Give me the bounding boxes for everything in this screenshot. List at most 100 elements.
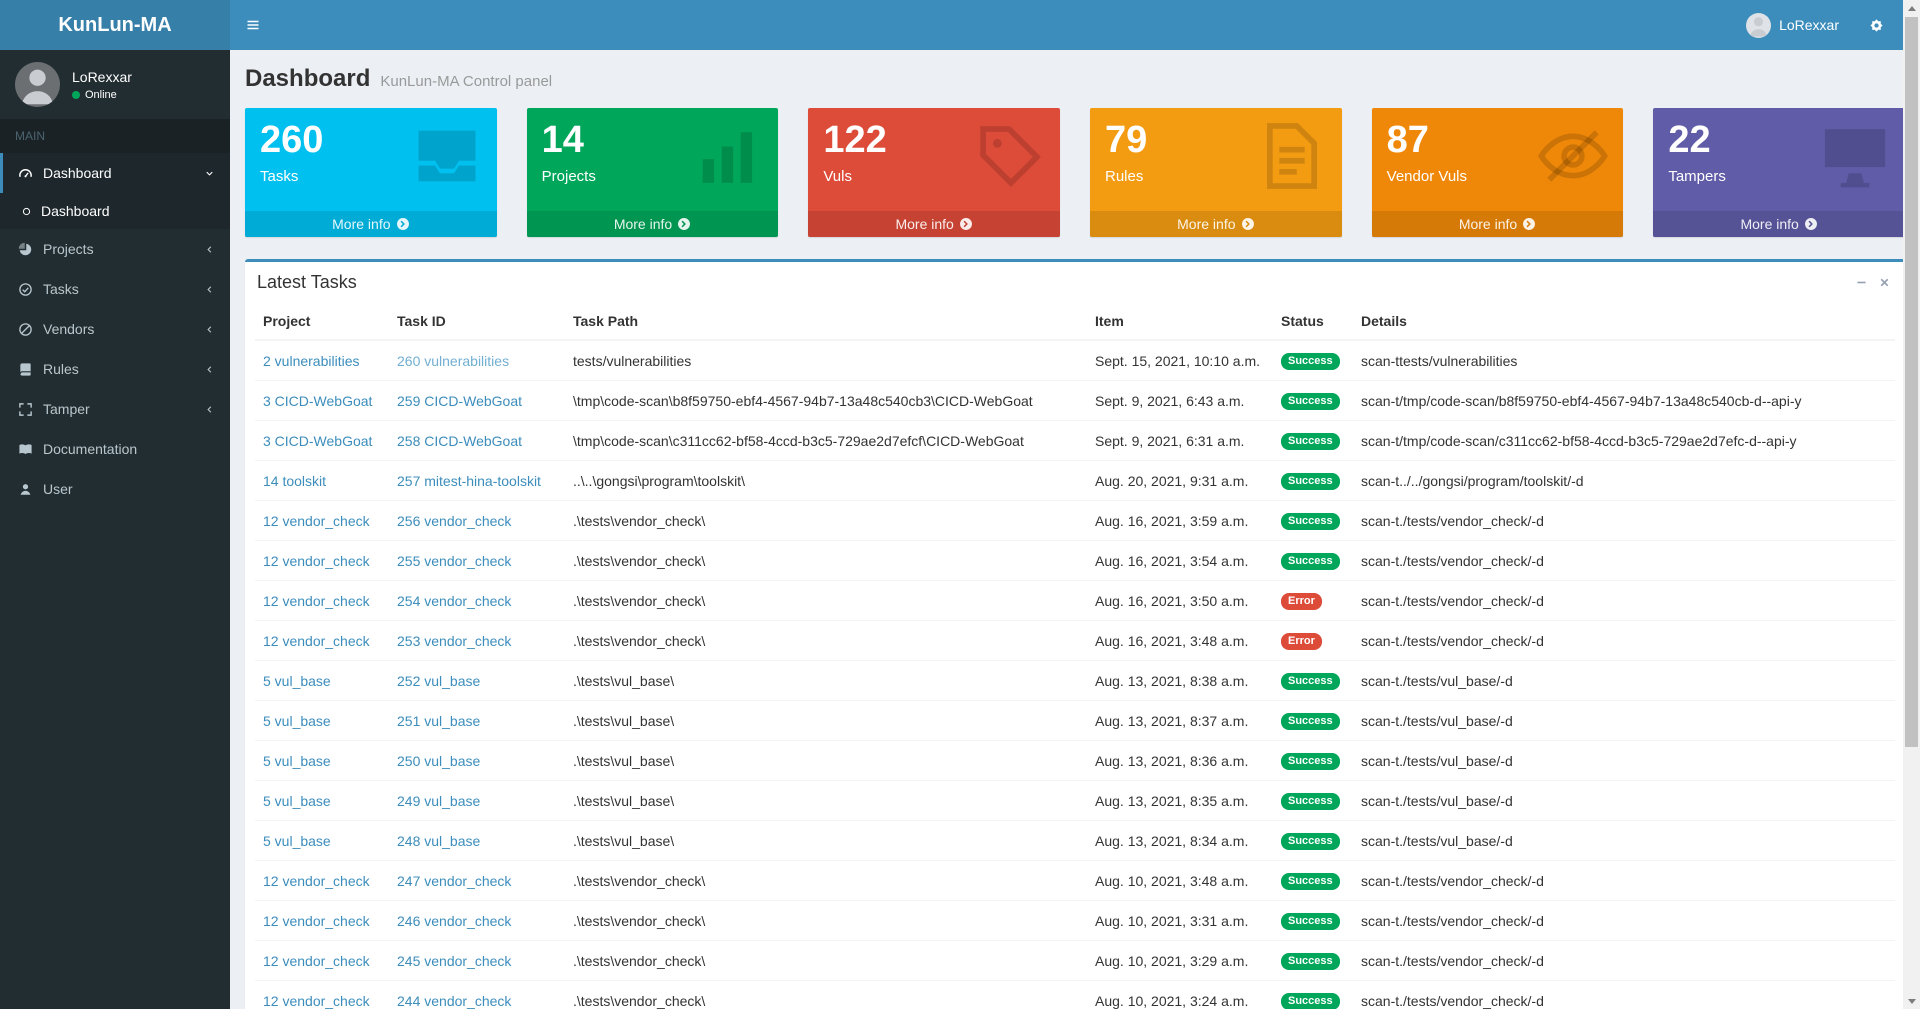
task-id-link[interactable]: 260 vulnerabilities <box>397 353 509 369</box>
arrow-circle-right-icon <box>677 217 691 231</box>
more-info-label: More info <box>614 216 672 232</box>
table-row: 5 vul_base251 vul_base.\tests\vul_base\A… <box>255 701 1895 741</box>
page-title: Dashboard KunLun-MA Control panel <box>245 65 1905 93</box>
project-link[interactable]: 12 vendor_check <box>263 913 370 929</box>
scroll-down-icon[interactable] <box>1903 993 1920 1009</box>
more-info-link[interactable]: More info <box>1372 211 1624 237</box>
task-path: .\tests\vul_base\ <box>565 701 1087 741</box>
table-row: 12 vendor_check254 vendor_check.\tests\v… <box>255 581 1895 621</box>
navbar-user-menu[interactable]: LoRexxar <box>1732 0 1853 50</box>
sidebar-item-rules[interactable]: Rules <box>0 349 230 389</box>
project-link[interactable]: 5 vul_base <box>263 833 331 849</box>
project-link[interactable]: 12 vendor_check <box>263 553 370 569</box>
more-info-link[interactable]: More info <box>245 211 497 237</box>
project-link[interactable]: 5 vul_base <box>263 713 331 729</box>
status-badge: Success <box>1281 993 1340 1009</box>
project-link[interactable]: 14 toolskit <box>263 473 326 489</box>
task-item-date: Aug. 10, 2021, 3:48 a.m. <box>1087 861 1273 901</box>
sidebar-item-tamper[interactable]: Tamper <box>0 389 230 429</box>
task-id-link[interactable]: 255 vendor_check <box>397 553 511 569</box>
project-link[interactable]: 5 vul_base <box>263 673 331 689</box>
task-path: \tmp\code-scan\c311cc62-bf58-4ccd-b3c5-7… <box>565 421 1087 461</box>
project-link[interactable]: 3 CICD-WebGoat <box>263 393 372 409</box>
settings-button[interactable] <box>1853 0 1900 50</box>
task-id-link[interactable]: 258 CICD-WebGoat <box>397 433 522 449</box>
table-row: 3 CICD-WebGoat 259 CICD-WebGoat \tmp\code-… <box>255 381 1895 421</box>
users-gear-icon <box>1869 18 1884 33</box>
task-id-link[interactable]: 248 vul_base <box>397 833 480 849</box>
page-subtitle: KunLun-MA Control panel <box>380 73 552 90</box>
sidebar-item-documentation[interactable]: Documentation <box>0 429 230 469</box>
gauge-icon <box>18 166 33 181</box>
task-id-link[interactable]: 257 mitest-hina-toolskit <box>397 473 541 489</box>
task-id-link[interactable]: 244 vendor_check <box>397 993 511 1009</box>
project-link[interactable]: 12 vendor_check <box>263 513 370 529</box>
more-info-link[interactable]: More info <box>1090 211 1342 237</box>
sidebar-item-label: Projects <box>43 241 94 257</box>
task-path: .\tests\vendor_check\ <box>565 621 1087 661</box>
more-info-label: More info <box>895 216 953 232</box>
col-task-path: Task Path <box>565 303 1087 340</box>
table-row: 5 vul_base249 vul_base.\tests\vul_base\A… <box>255 781 1895 821</box>
table-row: 5 vul_base250 vul_base.\tests\vul_base\A… <box>255 741 1895 781</box>
task-path: \tmp\code-scan\b8f59750-ebf4-4567-94b7-1… <box>565 381 1087 421</box>
sidebar-subitem-dashboard[interactable]: Dashboard <box>0 193 230 229</box>
close-button[interactable] <box>1876 274 1893 291</box>
task-path: tests/vulnerabilities <box>565 340 1087 381</box>
sidebar-toggle-button[interactable] <box>230 0 275 50</box>
scrollbar-thumb[interactable] <box>1905 17 1918 747</box>
collapse-button[interactable] <box>1853 274 1870 291</box>
project-link[interactable]: 12 vendor_check <box>263 593 370 609</box>
sidebar-item-label: Rules <box>43 361 79 377</box>
more-info-label: More info <box>1459 216 1517 232</box>
status-badge: Success <box>1281 713 1340 730</box>
task-id-link[interactable]: 253 vendor_check <box>397 633 511 649</box>
user-status[interactable]: Online <box>72 89 132 101</box>
sidebar-item-user[interactable]: User <box>0 469 230 509</box>
task-id-link[interactable]: 252 vul_base <box>397 673 480 689</box>
page-scrollbar[interactable] <box>1903 0 1920 1009</box>
project-link[interactable]: 12 vendor_check <box>263 633 370 649</box>
sidebar-item-tasks[interactable]: Tasks <box>0 269 230 309</box>
project-link[interactable]: 12 vendor_check <box>263 953 370 969</box>
task-details: scan-t./tests/vendor_check/-d <box>1353 901 1895 941</box>
open-book-icon <box>18 442 33 457</box>
panel-title: Latest Tasks <box>257 272 357 293</box>
more-info-link[interactable]: More info <box>1653 211 1905 237</box>
task-id-link[interactable]: 245 vendor_check <box>397 953 511 969</box>
task-id-link[interactable]: 249 vul_base <box>397 793 480 809</box>
sidebar-item-vendors[interactable]: Vendors <box>0 309 230 349</box>
app-logo[interactable]: KunLun-MA <box>0 0 230 50</box>
scroll-up-icon[interactable] <box>1903 0 1920 16</box>
project-link[interactable]: 5 vul_base <box>263 753 331 769</box>
more-info-link[interactable]: More info <box>527 211 779 237</box>
project-link[interactable]: 12 vendor_check <box>263 873 370 889</box>
status-badge: Success <box>1281 953 1340 970</box>
col-status: Status <box>1273 303 1353 340</box>
task-id-link[interactable]: 251 vul_base <box>397 713 480 729</box>
status-badge: Success <box>1281 673 1340 690</box>
task-item-date: Aug. 16, 2021, 3:59 a.m. <box>1087 501 1273 541</box>
project-link[interactable]: 2 vulnerabilities <box>263 353 360 369</box>
project-link[interactable]: 12 vendor_check <box>263 993 370 1009</box>
task-id-link[interactable]: 254 vendor_check <box>397 593 511 609</box>
sidebar-item-dashboard[interactable]: Dashboard <box>0 153 230 193</box>
task-id-link[interactable]: 250 vul_base <box>397 753 480 769</box>
task-id-link[interactable]: 247 vendor_check <box>397 873 511 889</box>
sidebar-item-label: User <box>43 481 73 497</box>
more-info-link[interactable]: More info <box>808 211 1060 237</box>
col-item: Item <box>1087 303 1273 340</box>
sidebar-menu: DashboardDashboard Projects TasksVendors Ru… <box>0 153 230 509</box>
task-id-link[interactable]: 256 vendor_check <box>397 513 511 529</box>
page: KunLun-MA LoRexxar Online MAIN Dashboard… <box>0 0 1920 1009</box>
project-link[interactable]: 3 CICD-WebGoat <box>263 433 372 449</box>
task-id-link[interactable]: 246 vendor_check <box>397 913 511 929</box>
project-link[interactable]: 5 vul_base <box>263 793 331 809</box>
task-id-link[interactable]: 259 CICD-WebGoat <box>397 393 522 409</box>
status-badge: Success <box>1281 553 1340 570</box>
sidebar-user-panel: LoRexxar Online <box>0 50 230 119</box>
sidebar-item-projects[interactable]: Projects <box>0 229 230 269</box>
arrow-circle-right-icon <box>1804 217 1818 231</box>
task-path: .\tests\vendor_check\ <box>565 501 1087 541</box>
task-item-date: Aug. 10, 2021, 3:31 a.m. <box>1087 901 1273 941</box>
